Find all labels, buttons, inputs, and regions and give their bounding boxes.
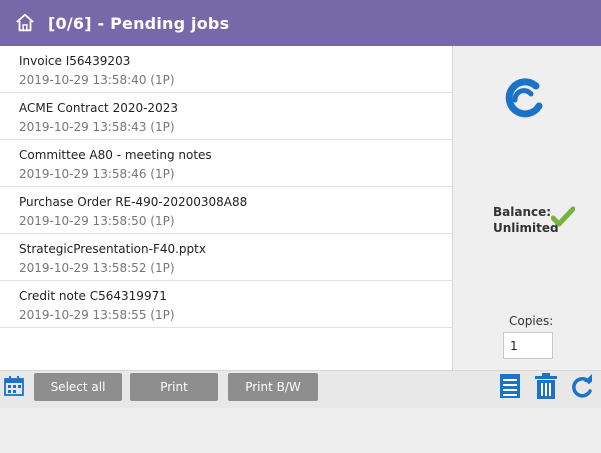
job-list[interactable]: Invoice I56439203 2019-10-29 13:58:40 (1…	[0, 46, 453, 370]
refresh-icon[interactable]	[570, 373, 594, 399]
header-bar: [0/6] - Pending jobs	[0, 0, 601, 46]
home-icon[interactable]	[14, 12, 36, 34]
check-icon	[551, 206, 575, 227]
trash-icon[interactable]	[534, 373, 558, 399]
print-button[interactable]: Print	[130, 373, 218, 401]
print-bw-button[interactable]: Print B/W	[228, 373, 318, 401]
calendar-icon[interactable]	[4, 376, 24, 396]
job-name: ACME Contract 2020-2023	[19, 101, 178, 115]
job-meta: 2019-10-29 13:58:52 (1P)	[19, 261, 175, 275]
side-panel: Balance: Unlimited Copies:	[453, 46, 601, 370]
job-item[interactable]: StrategicPresentation-F40.pptx 2019-10-2…	[0, 234, 452, 281]
job-meta: 2019-10-29 13:58:46 (1P)	[19, 167, 175, 181]
document-list-icon[interactable]	[500, 374, 520, 398]
job-item[interactable]: ACME Contract 2020-2023 2019-10-29 13:58…	[0, 93, 452, 140]
job-meta: 2019-10-29 13:58:50 (1P)	[19, 214, 175, 228]
job-meta: 2019-10-29 13:58:43 (1P)	[19, 120, 175, 134]
job-name: StrategicPresentation-F40.pptx	[19, 242, 206, 256]
job-item[interactable]: Purchase Order RE-490-20200308A88 2019-1…	[0, 187, 452, 234]
copies-input[interactable]	[503, 332, 553, 359]
select-all-button[interactable]: Select all	[34, 373, 122, 401]
bottom-area	[0, 408, 601, 453]
job-item[interactable]: Invoice I56439203 2019-10-29 13:58:40 (1…	[0, 46, 452, 93]
job-item[interactable]: Credit note C564319971 2019-10-29 13:58:…	[0, 281, 452, 328]
copies-label: Copies:	[509, 314, 554, 328]
refresh-logo-icon	[505, 78, 543, 118]
balance-info: Balance: Unlimited	[493, 204, 559, 236]
job-name: Purchase Order RE-490-20200308A88	[19, 195, 248, 209]
balance-value: Unlimited	[493, 221, 559, 235]
toolbar: Select all Print Print B/W	[0, 370, 601, 408]
job-name: Invoice I56439203	[19, 54, 131, 68]
job-meta: 2019-10-29 13:58:40 (1P)	[19, 73, 175, 87]
page-title: [0/6] - Pending jobs	[48, 13, 230, 33]
job-name: Credit note C564319971	[19, 289, 167, 303]
job-name: Committee A80 - meeting notes	[19, 148, 212, 162]
balance-label: Balance:	[493, 205, 552, 219]
job-meta: 2019-10-29 13:58:55 (1P)	[19, 308, 175, 322]
job-item[interactable]: Committee A80 - meeting notes 2019-10-29…	[0, 140, 452, 187]
